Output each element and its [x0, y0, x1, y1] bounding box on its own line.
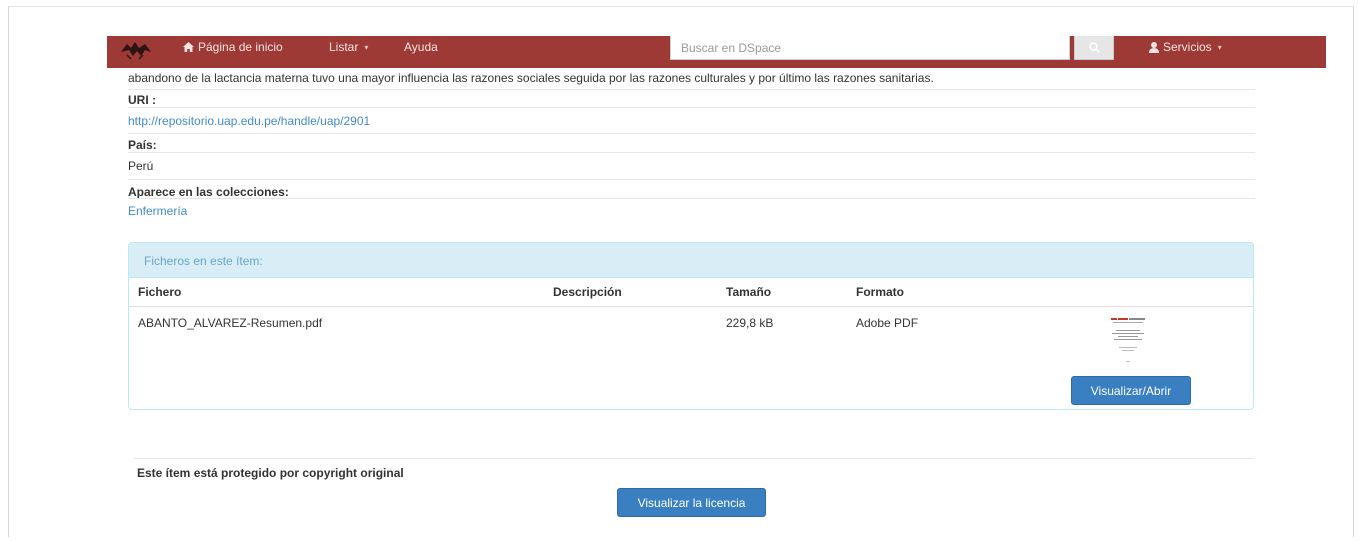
- view-open-button[interactable]: Visualizar/Abrir: [1071, 376, 1191, 405]
- files-panel-heading: Ficheros en este ítem:: [129, 243, 1253, 278]
- divider: [128, 133, 1255, 134]
- top-navbar: Página de inicio Listar ▾ Ayuda Servicio…: [107, 36, 1326, 68]
- col-header-size: Tamaño: [726, 285, 772, 299]
- caret-down-icon: ▾: [364, 42, 369, 52]
- file-format: Adobe PDF: [856, 316, 919, 330]
- caret-down-icon: ▾: [1217, 42, 1222, 52]
- view-license-button[interactable]: Visualizar la licencia: [617, 488, 766, 517]
- nav-services-label: Servicios: [1163, 40, 1212, 54]
- file-link[interactable]: ABANTO_ALVAREZ-Resumen.pdf: [138, 316, 322, 330]
- logo-icon[interactable]: [117, 38, 157, 60]
- nav-browse-dropdown[interactable]: Listar ▾: [329, 40, 368, 54]
- file-size: 229,8 kB: [726, 316, 774, 330]
- uri-label: URI :: [128, 93, 156, 107]
- search-icon: [1088, 42, 1100, 53]
- country-label: País:: [128, 138, 157, 152]
- nav-home-label: Página de inicio: [198, 40, 283, 54]
- abstract-text: abandono de la lactancia materna tuvo un…: [128, 71, 934, 85]
- divider: [128, 198, 1255, 199]
- col-header-format: Formato: [856, 285, 904, 299]
- collection-link[interactable]: Enfermería: [128, 204, 187, 218]
- divider: [128, 152, 1255, 153]
- nav-help-link[interactable]: Ayuda: [404, 40, 438, 54]
- nav-help-label: Ayuda: [404, 40, 438, 54]
- col-header-description: Descripción: [553, 285, 622, 299]
- uri-link[interactable]: http://repositorio.uap.edu.pe/handle/uap…: [128, 114, 370, 128]
- copyright-notice: Este ítem está protegido por copyright o…: [137, 466, 404, 480]
- home-icon: [183, 42, 194, 52]
- divider: [134, 458, 1254, 459]
- pdf-thumbnail[interactable]: [1104, 313, 1152, 371]
- collections-label: Aparece en las colecciones:: [128, 185, 289, 199]
- col-header-file: Fichero: [138, 285, 182, 299]
- search-input[interactable]: [670, 36, 1070, 60]
- divider: [128, 89, 1255, 90]
- table-divider: [129, 306, 1253, 307]
- divider: [128, 107, 1255, 108]
- files-panel: Ficheros en este ítem: Fichero Descripci…: [128, 242, 1254, 410]
- search-button[interactable]: [1074, 36, 1114, 60]
- divider: [128, 179, 1255, 180]
- nav-browse-label: Listar: [329, 40, 359, 54]
- country-value: Perú: [128, 159, 154, 173]
- nav-home-link[interactable]: Página de inicio: [183, 40, 283, 54]
- user-icon: [1149, 41, 1159, 53]
- nav-services-dropdown[interactable]: Servicios ▾: [1149, 40, 1222, 54]
